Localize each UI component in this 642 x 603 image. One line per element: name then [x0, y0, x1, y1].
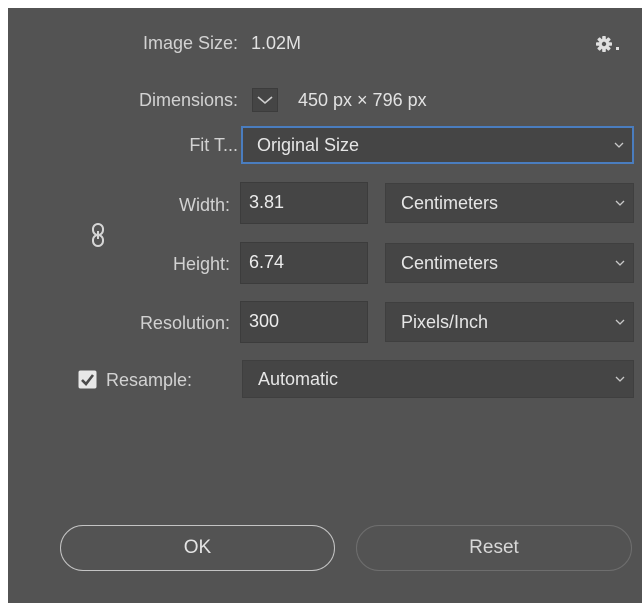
dimensions-label: Dimensions: [138, 90, 238, 110]
height-input[interactable]: 6.74 [240, 242, 368, 284]
checkmark-icon [78, 370, 97, 389]
width-unit-dropdown[interactable]: Centimeters [385, 183, 634, 223]
resample-method-selected: Automatic [258, 369, 339, 389]
dimensions-unit-dropdown[interactable] [252, 88, 278, 112]
resample-label: Resample: [106, 370, 193, 390]
height-unit-selected: Centimeters [401, 253, 499, 273]
width-input[interactable]: 3.81 [240, 182, 368, 224]
ok-button[interactable]: OK [60, 525, 335, 571]
chevron-down-icon [614, 142, 624, 148]
image-size-label: Image Size: [142, 33, 238, 53]
reset-button[interactable]: Reset [356, 525, 632, 571]
chevron-down-icon [615, 319, 625, 325]
image-size-value: 1.02M [251, 33, 302, 53]
fit-to-label: Fit T... [189, 135, 238, 155]
resample-checkbox[interactable] [78, 370, 97, 389]
fit-to-dropdown[interactable]: Original Size [241, 126, 634, 164]
resolution-unit-dropdown[interactable]: Pixels/Inch [385, 302, 634, 342]
gear-icon [596, 36, 619, 52]
width-unit-selected: Centimeters [401, 193, 499, 213]
resample-method-dropdown[interactable]: Automatic [242, 360, 634, 398]
width-label: Width: [178, 195, 230, 215]
constrain-proportions-toggle[interactable] [90, 222, 106, 248]
chevron-down-icon [615, 260, 625, 266]
chevron-down-icon [615, 376, 625, 382]
height-label: Height: [172, 254, 230, 274]
settings-menu-button[interactable] [595, 34, 629, 54]
resolution-input[interactable]: 300 [240, 301, 368, 343]
resolution-label: Resolution: [139, 313, 230, 333]
image-size-dialog: Image Size: 1.02M Dimensions: 450 px × 7… [8, 8, 642, 603]
fit-to-selected: Original Size [257, 135, 360, 155]
dimensions-value: 450 px × 796 px [298, 90, 427, 110]
chevron-down-icon [615, 200, 625, 206]
resolution-unit-selected: Pixels/Inch [401, 312, 489, 332]
chevron-down-icon [257, 96, 273, 105]
height-unit-dropdown[interactable]: Centimeters [385, 243, 634, 283]
link-icon [92, 223, 104, 247]
